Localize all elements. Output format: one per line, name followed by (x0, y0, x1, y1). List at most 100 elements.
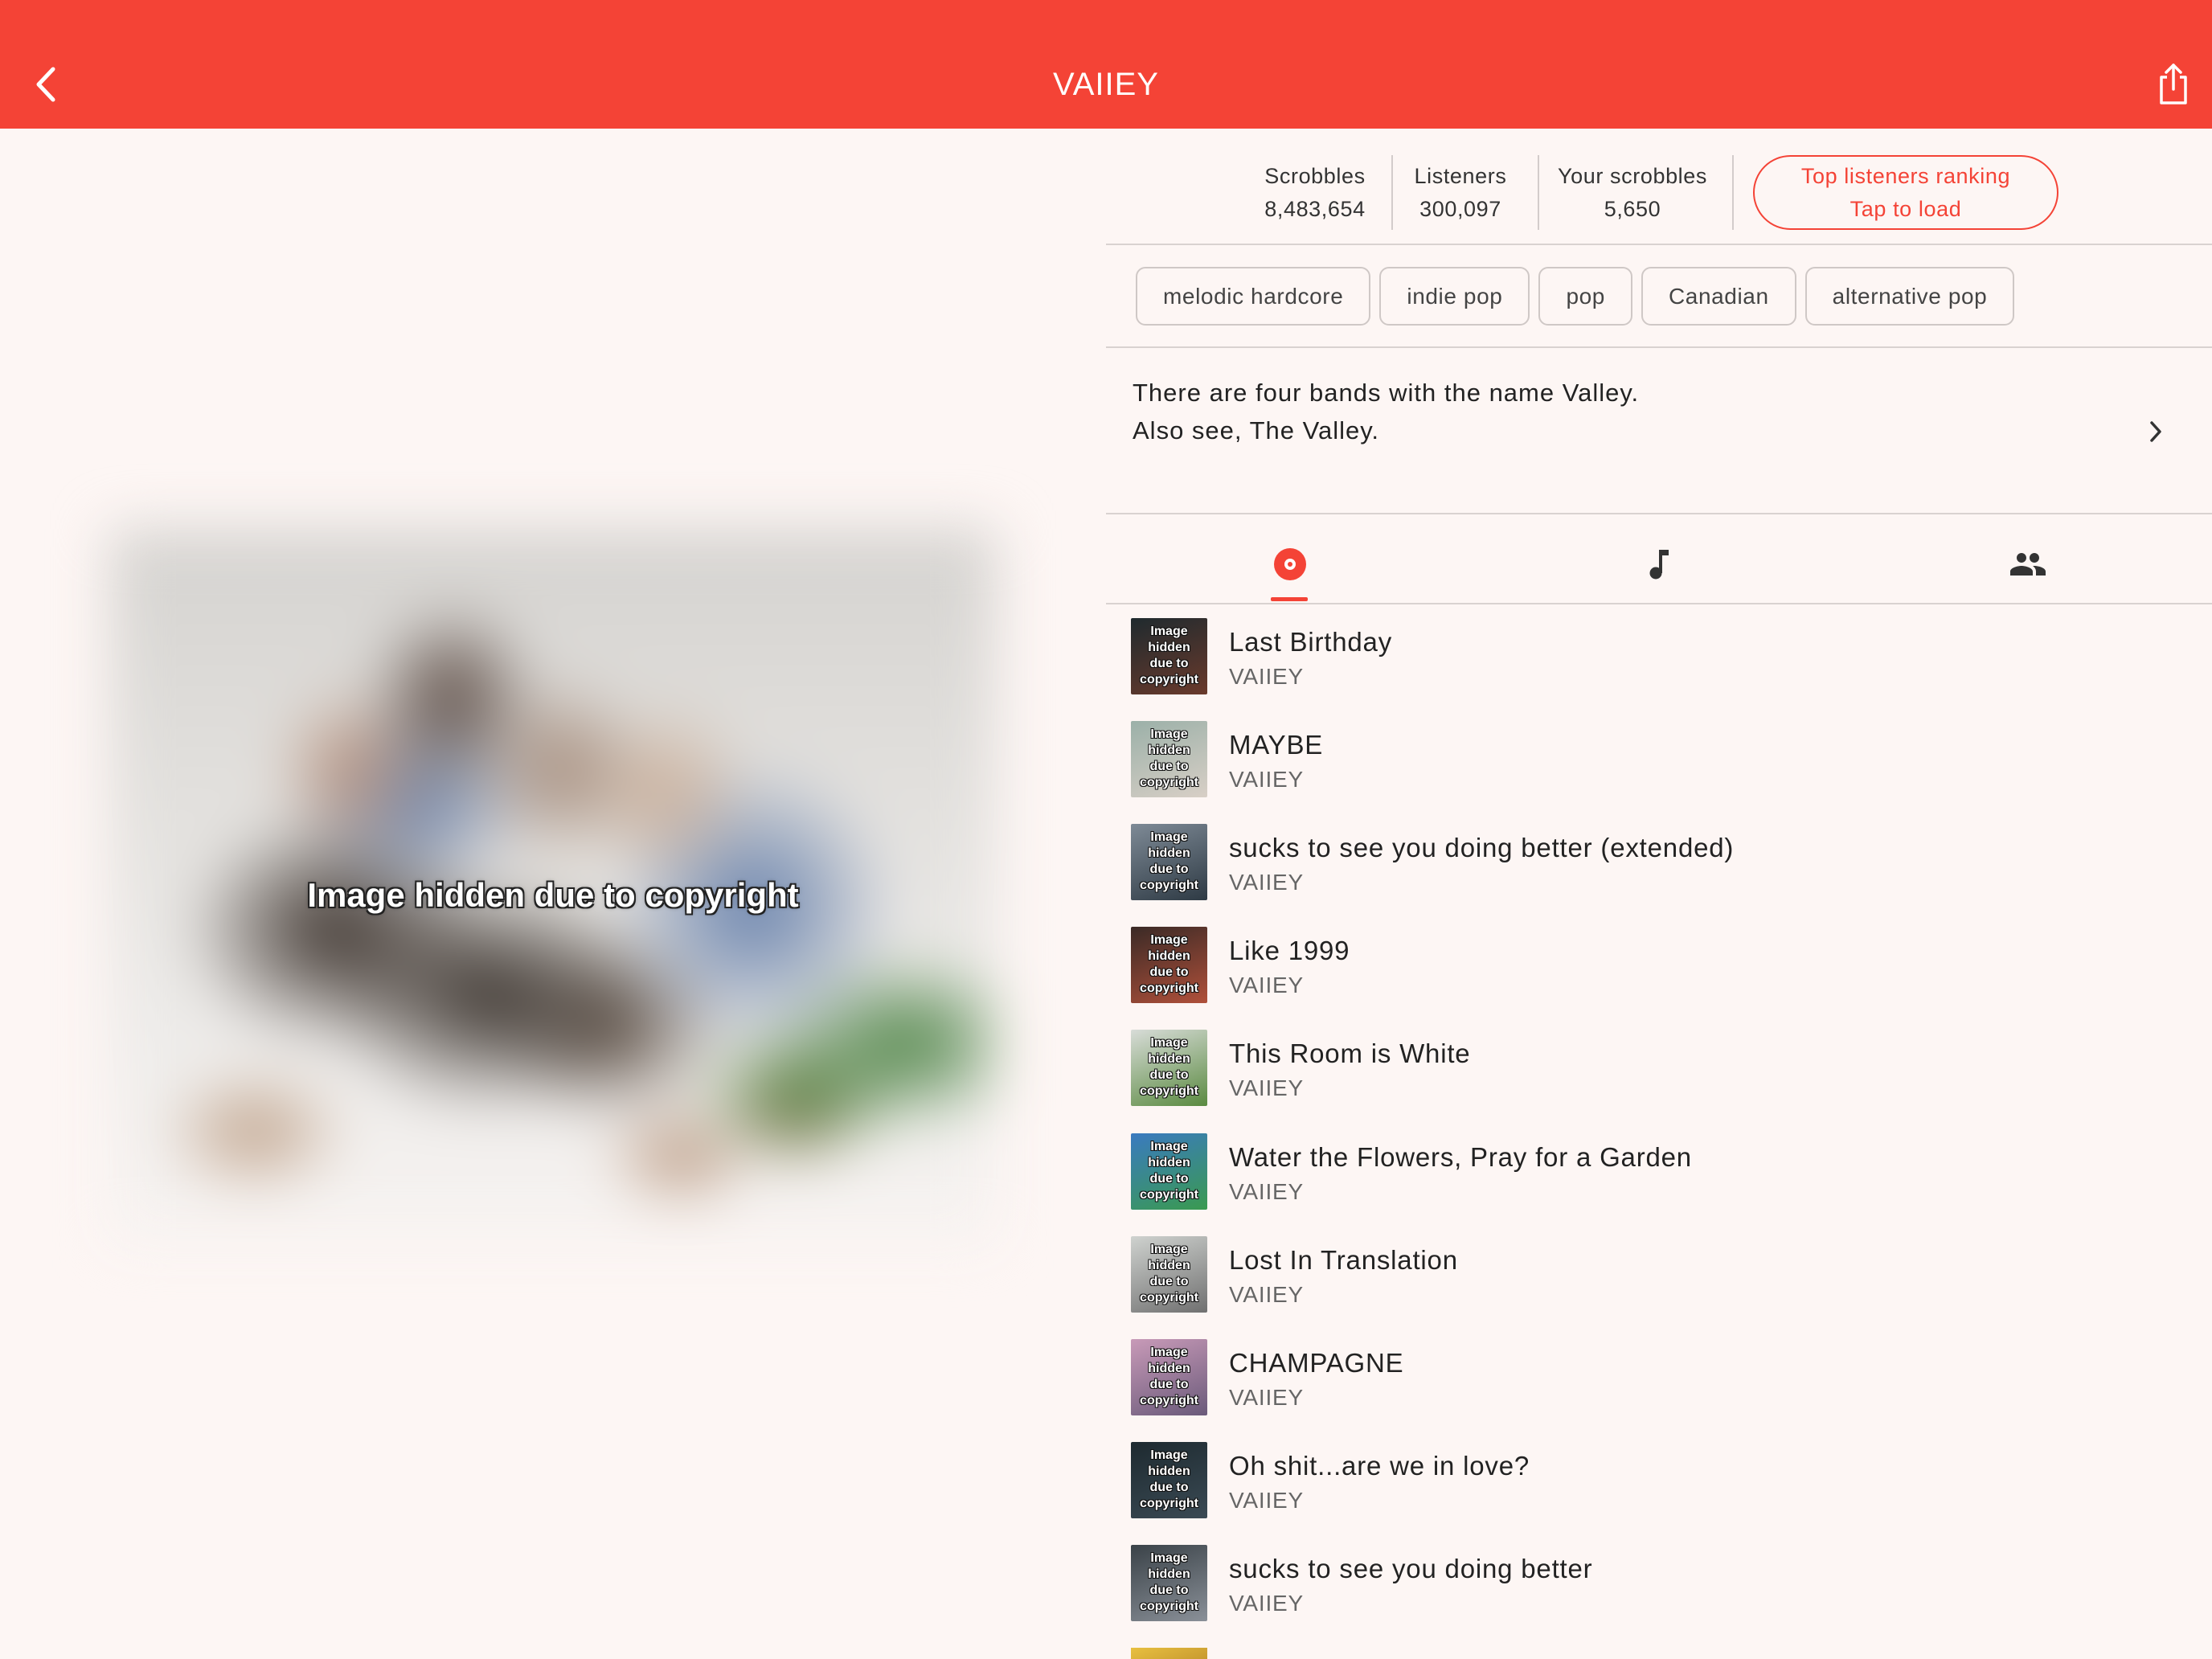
thumb-label-line: Image (1150, 1448, 1188, 1462)
bio-text-line: There are four bands with the name Valle… (1133, 379, 1640, 407)
content-tabs (1106, 514, 2212, 603)
artist-bio[interactable]: There are four bands with the name Valle… (1106, 348, 2212, 513)
thumb-label-line: Image (1150, 727, 1188, 742)
track-artwork: Image hidden due to copyright (1131, 1133, 1207, 1210)
thumb-label-line: copyright (1140, 1393, 1198, 1407)
thumb-label-line: copyright (1140, 1290, 1198, 1305)
track-artwork-label: Image hidden due to copyright (1131, 1242, 1207, 1306)
track-row[interactable]: Image hidden due to copyright MAYBE VAIIEY (1106, 721, 2212, 809)
track-row[interactable]: Image hidden due to copyright sucks to see y… (1106, 824, 2212, 912)
track-row[interactable]: Image hidden due to copyright Like 1999 VAIIE… (1106, 927, 2212, 1015)
tag-chip[interactable]: pop (1538, 267, 1632, 326)
thumb-label-line: due to (1149, 1068, 1189, 1083)
track-artist: VAIIEY (1229, 1590, 1304, 1616)
thumb-label-line: Image (1150, 1345, 1188, 1359)
track-list[interactable]: Image hidden due to copyright Last Birthday V… (1106, 618, 2212, 1659)
track-artwork: Image hidden due to copyright (1131, 1544, 1207, 1621)
thumb-label-line: Image (1150, 625, 1188, 638)
track-title: MAYBE (1229, 730, 1324, 760)
thumb-label-line: hidden (1148, 949, 1190, 964)
thumb-label-line: Image (1150, 830, 1188, 845)
tag-chip[interactable]: melodic hardcore (1136, 267, 1371, 326)
tag-chip[interactable]: alternative pop (1804, 267, 2015, 326)
thumb-label-line: due to (1149, 965, 1189, 980)
track-artwork-label: Image hidden due to copyright (1131, 624, 1207, 688)
track-artwork-label: Image hidden due to copyright (1131, 830, 1207, 894)
stat-listeners: Listeners 300,097 (1396, 161, 1525, 224)
track-artist: VAIIEY (1229, 1487, 1304, 1513)
track-artist: VAIIEY (1229, 1384, 1304, 1410)
track-title: sucks to see you doing better (1229, 1553, 1593, 1583)
tag-chip[interactable]: Canadian (1641, 267, 1796, 326)
track-artwork: Image hidden due to copyright (1131, 721, 1207, 798)
artist-image-overlay-text: Image hidden due to copyright (307, 876, 799, 914)
section-divider (1106, 244, 2212, 245)
track-title: Last Birthday (1229, 627, 1393, 657)
thumb-label-line: hidden (1148, 1567, 1190, 1581)
bio-text-line: Also see, The Valley. (1133, 416, 1380, 444)
track-title: Water the Flowers, Pray for a Garden (1229, 1141, 1692, 1172)
top-listeners-subtitle: Tap to load (1849, 197, 1962, 221)
thumb-label-line: due to (1149, 760, 1189, 774)
share-icon (2160, 63, 2187, 104)
track-row[interactable]: Image hidden due to copyright Last Birthday V… (1106, 618, 2212, 707)
thumb-label-line: hidden (1148, 1258, 1190, 1272)
track-row[interactable]: Image hidden due to copyright This Room is W… (1106, 1030, 2212, 1118)
track-row[interactable]: Image hidden due to copyright CHAMPAGNE VAIIE… (1106, 1338, 2212, 1428)
track-artist: VAIIEY (1229, 870, 1304, 895)
tab-similar-artists[interactable] (1844, 514, 2212, 603)
tab-tracks[interactable] (1475, 514, 1843, 603)
track-artwork-label: Image hidden due to copyright (1131, 1550, 1207, 1615)
track-artwork: Image hidden due to copyright (1131, 1030, 1207, 1107)
stat-label: Your scrobbles (1557, 164, 1707, 188)
share-button[interactable] (2156, 61, 2191, 106)
track-artwork: Image hidden due to copyright (1131, 1441, 1207, 1518)
track-row[interactable]: Image hidden due to copyright Lost In Transl… (1106, 1235, 2212, 1325)
thumb-label-line: Image (1150, 1139, 1188, 1153)
track-artist: VAIIEY (1229, 664, 1304, 689)
track-artwork: Image hidden due to copyright (1131, 618, 1207, 694)
track-title: Like 1999 (1229, 936, 1350, 966)
track-artist: VAIIEY (1229, 1281, 1304, 1307)
track-row[interactable]: Image hidden due to copyright Water the Flow… (1106, 1133, 2212, 1222)
track-artwork-label: Image hidden due to copyright (1131, 727, 1207, 791)
thumb-label-line: copyright (1140, 1496, 1198, 1510)
stat-label: Scrobbles (1264, 164, 1366, 188)
artist-image: Image hidden due to copyright (110, 529, 996, 1242)
track-row[interactable]: Image hidden due to copyright Oh shit...are … (1106, 1441, 2212, 1530)
thumb-label-line: copyright (1140, 1187, 1198, 1202)
stat-value: 300,097 (1419, 197, 1501, 221)
track-artwork-label: Image hidden due to copyright (1131, 1345, 1207, 1409)
track-artist: VAIIEY (1229, 973, 1304, 998)
track-artwork-partial[interactable] (1131, 1648, 1207, 1659)
tab-albums[interactable] (1106, 514, 1474, 603)
top-listeners-button[interactable]: Top listeners ranking Tap to load (1753, 155, 2058, 230)
stat-value: 5,650 (1604, 197, 1661, 221)
thumb-label-line: hidden (1148, 846, 1190, 861)
thumb-label-line: copyright (1140, 673, 1198, 686)
thumb-label-line: hidden (1148, 1464, 1190, 1478)
track-title: Oh shit...are we in love? (1229, 1450, 1530, 1481)
thumb-label-line: due to (1149, 862, 1189, 877)
track-artwork: Image hidden due to copyright (1131, 824, 1207, 901)
track-row[interactable]: Image hidden due to copyright sucks to see y… (1106, 1544, 2212, 1633)
track-artist: VAIIEY (1229, 767, 1304, 793)
thumb-label-line: Image (1150, 1550, 1188, 1565)
thumb-label-line: copyright (1140, 981, 1198, 996)
track-artwork-label: Image hidden due to copyright (1131, 932, 1207, 997)
tag-list: melodic hardcore indie pop pop Canadian … (1136, 267, 2015, 326)
stat-scrobbles: Scrobbles 8,483,654 (1235, 161, 1395, 224)
thumb-label-line: due to (1149, 1583, 1189, 1597)
tag-chip[interactable]: indie pop (1379, 267, 1530, 326)
stat-divider (1391, 155, 1393, 230)
top-listeners-label: Top listeners ranking (1800, 164, 2011, 188)
app-header: VAIIEY (0, 0, 2212, 129)
page-title: VAIIEY (1053, 67, 1159, 102)
stat-your-scrobbles: Your scrobbles 5,650 (1544, 161, 1721, 224)
track-artwork-label: Image hidden due to copyright (1131, 1448, 1207, 1512)
stat-label: Listeners (1414, 164, 1507, 188)
thumb-label-line: due to (1149, 1171, 1189, 1186)
track-artist: VAIIEY (1229, 1178, 1304, 1204)
thumb-label-line: hidden (1148, 1155, 1190, 1169)
music-note-icon (1649, 550, 1669, 580)
